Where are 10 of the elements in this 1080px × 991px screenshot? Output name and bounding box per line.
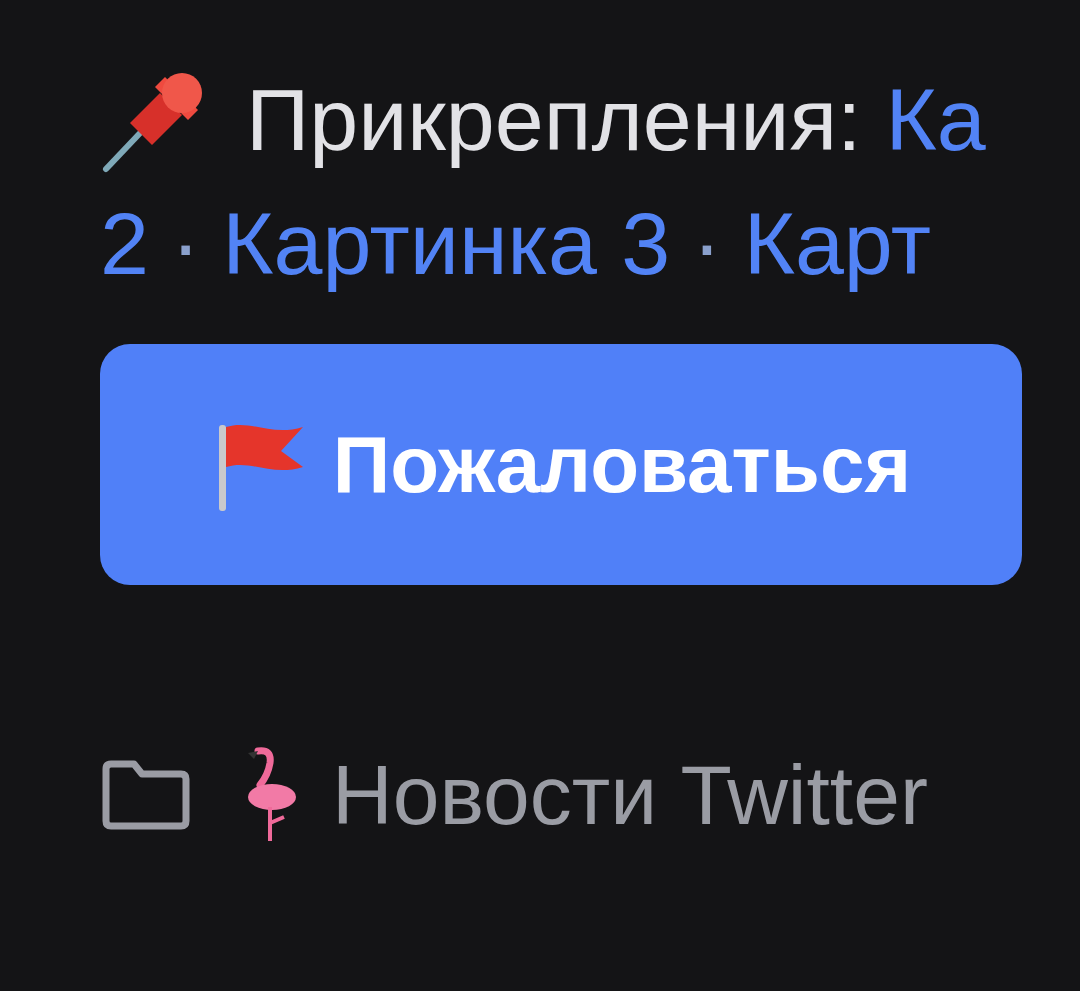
attachment-link[interactable]: Ка [885,69,986,171]
report-button[interactable]: Пожаловаться [100,344,1022,585]
separator-dot: · [170,193,201,295]
folder-name: Новости Twitter [332,746,928,844]
attachment-link[interactable]: Карт [743,193,932,295]
folder-icon [100,759,192,831]
attachment-link[interactable]: Картинка 3 [222,193,671,295]
attachment-link[interactable]: 2 [100,193,149,295]
separator-dot: · [692,193,722,295]
attachments-label: Прикрепления: [246,69,862,171]
